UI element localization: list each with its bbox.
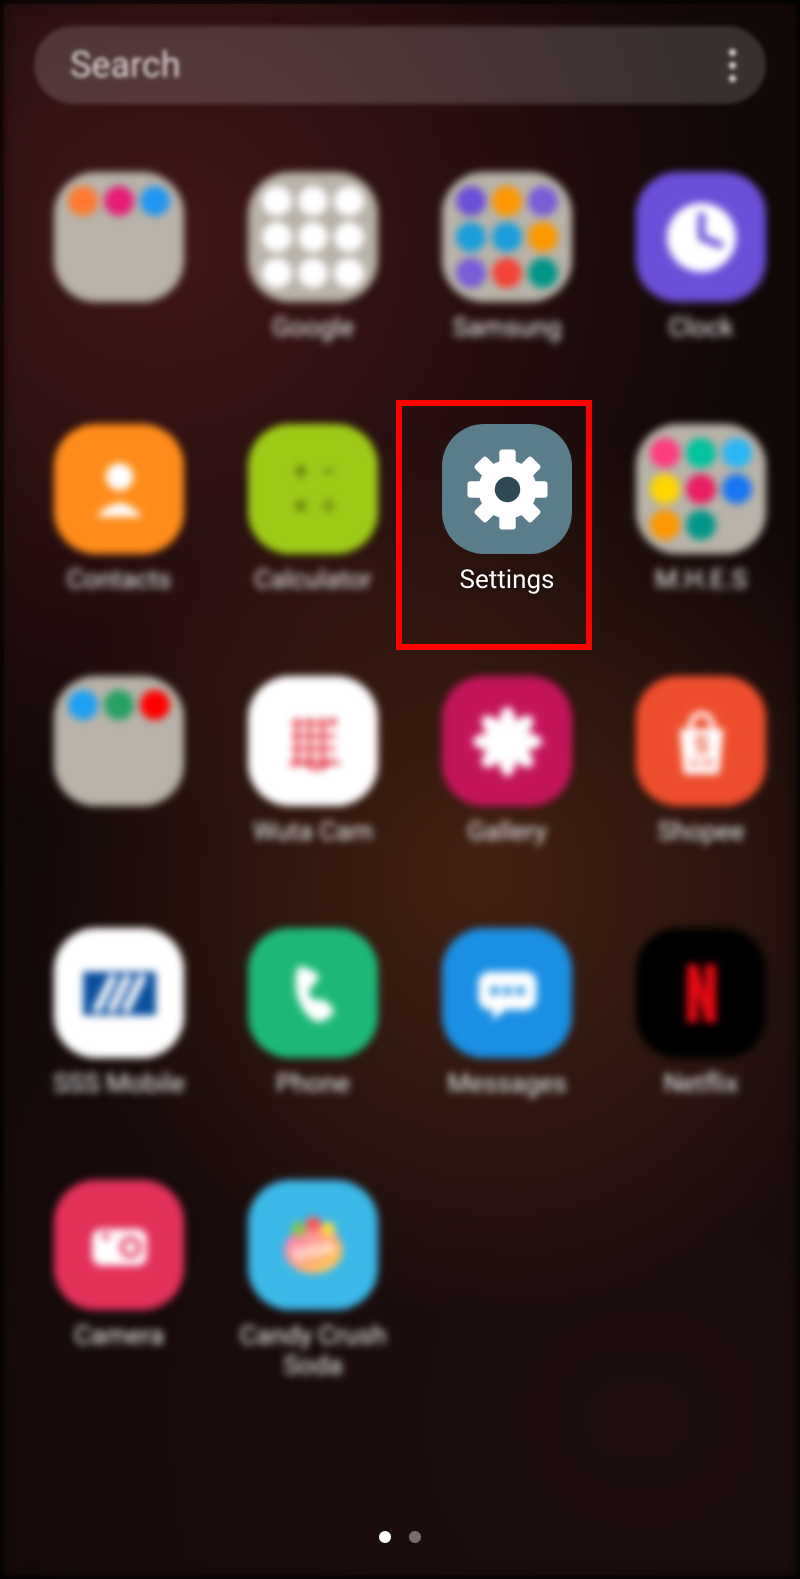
page-dot-1[interactable] — [379, 1531, 391, 1543]
folder-icon — [54, 676, 184, 806]
app-label: Candy Crush Soda — [228, 1322, 398, 1382]
app-label: Wuta Cam — [253, 818, 373, 848]
app-camera[interactable]: Camera — [34, 1180, 204, 1382]
app-label: SSS Mobile — [53, 1070, 184, 1100]
camera-icon — [54, 1180, 184, 1310]
app-label: Settings — [460, 566, 555, 596]
netflix-icon — [636, 928, 766, 1058]
sss-icon — [54, 928, 184, 1058]
app-label: Calculator — [254, 566, 372, 596]
app-grid: Google Samsung Clock Contacts +−× ÷ Calculator… — [34, 172, 766, 1382]
search-bar[interactable]: Search — [34, 26, 766, 104]
person-icon — [54, 424, 184, 554]
app-label: Contacts — [67, 566, 171, 596]
app-label: Clock — [669, 314, 734, 344]
flower-icon — [442, 676, 572, 806]
svg-text:S: S — [694, 730, 709, 758]
phone-icon — [248, 928, 378, 1058]
app-label: Camera — [74, 1322, 164, 1352]
app-label: Google — [272, 314, 354, 344]
folder-icon — [248, 172, 378, 302]
svg-text:+: + — [293, 455, 308, 487]
page-indicator[interactable] — [4, 1531, 796, 1543]
gear-icon — [442, 424, 572, 554]
app-settings[interactable]: Settings — [422, 424, 592, 596]
app-gallery[interactable]: Gallery — [422, 676, 592, 848]
folder-samsung[interactable]: Samsung — [422, 172, 592, 344]
app-phone[interactable]: Phone — [228, 928, 398, 1100]
svg-text:÷: ÷ — [320, 489, 336, 521]
more-options-icon[interactable] — [729, 49, 736, 82]
app-label: Netflix — [664, 1070, 739, 1100]
app-label: Samsung — [452, 314, 561, 344]
app-candy-crush-soda[interactable]: SODA Candy Crush Soda — [228, 1180, 398, 1382]
search-placeholder: Search — [70, 44, 181, 86]
folder-mhes[interactable]: M.H.E.S — [616, 424, 786, 596]
folder-google[interactable]: Google — [228, 172, 398, 344]
app-label: Gallery — [467, 818, 547, 848]
app-label: M.H.E.S — [655, 566, 747, 596]
folder-2[interactable] — [34, 676, 204, 848]
folder-icon — [442, 172, 572, 302]
candy-icon: SODA — [248, 1180, 378, 1310]
app-calculator[interactable]: +−× ÷ Calculator — [228, 424, 398, 596]
svg-text:−: − — [320, 455, 335, 487]
shopee-icon: S3.15 — [636, 676, 766, 806]
app-contacts[interactable]: Contacts — [34, 424, 204, 596]
app-label: Phone — [276, 1070, 350, 1100]
app-shopee[interactable]: S3.15 Shopee — [616, 676, 786, 848]
app-label: Shopee — [658, 818, 745, 848]
app-sss-mobile[interactable]: SSS Mobile — [34, 928, 204, 1100]
calc-icon: +−× ÷ — [248, 424, 378, 554]
wuta-icon — [248, 676, 378, 806]
app-label: Messages — [447, 1070, 566, 1100]
svg-text:3.15: 3.15 — [689, 755, 713, 769]
page-dot-2[interactable] — [409, 1531, 421, 1543]
app-drawer-screen: Search Google Samsung Clock Contacts +−× ÷ Cal… — [4, 4, 796, 1575]
folder-icon — [636, 424, 766, 554]
app-netflix[interactable]: Netflix — [616, 928, 786, 1100]
folder-1[interactable] — [34, 172, 204, 344]
app-clock[interactable]: Clock — [616, 172, 786, 344]
message-icon — [442, 928, 572, 1058]
app-wuta-cam[interactable]: Wuta Cam — [228, 676, 398, 848]
folder-icon — [54, 172, 184, 302]
clock-icon — [636, 172, 766, 302]
svg-text:×: × — [293, 489, 308, 521]
app-messages[interactable]: Messages — [422, 928, 592, 1100]
